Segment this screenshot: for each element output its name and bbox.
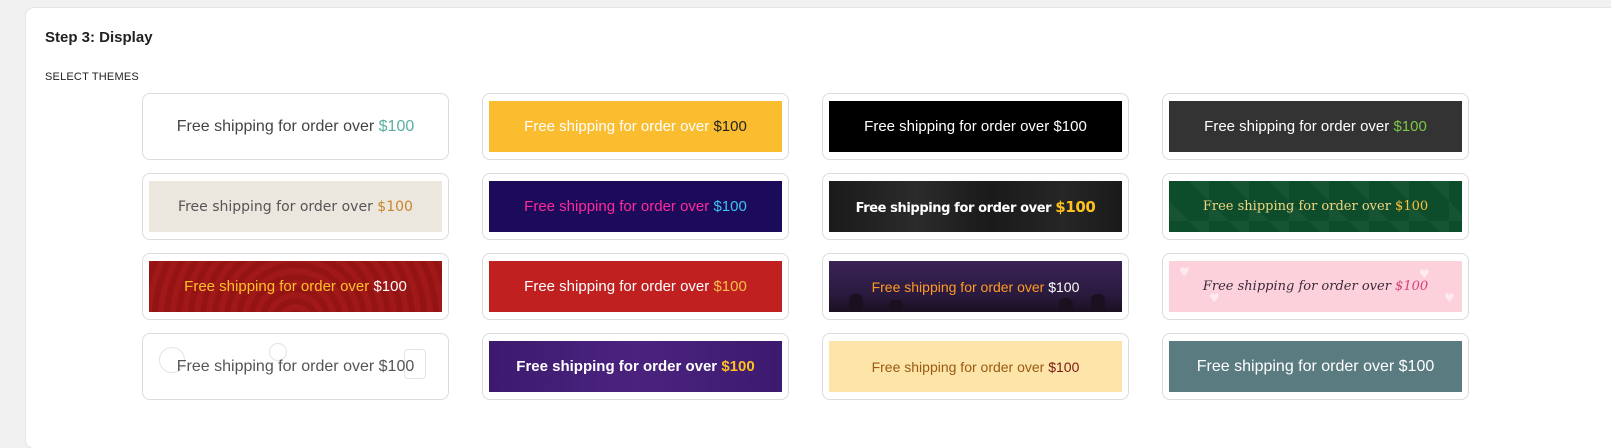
theme-card-4[interactable]: Free shipping for order over $100: [1162, 93, 1469, 160]
theme-preview-banner: ♥ ♥ ♥ ♥ Free shipping for order over $10…: [1169, 261, 1462, 312]
theme-preview-banner: Free shipping for order over $100: [149, 261, 442, 312]
banner-amount: $100: [1398, 357, 1435, 375]
banner-amount: $100: [1053, 118, 1087, 135]
banner-amount: $100: [713, 118, 747, 135]
theme-preview-banner: Free shipping for order over $100: [489, 261, 782, 312]
theme-card-10[interactable]: Free shipping for order over $100: [482, 253, 789, 320]
banner-amount: $100: [373, 278, 407, 295]
banner-text: Free shipping for order over: [1204, 118, 1394, 135]
theme-grid: Free shipping for order over $100 Free s…: [142, 93, 1469, 400]
theme-preview-banner: Free shipping for order over $100: [1169, 341, 1462, 392]
heart-icon: ♥: [1444, 291, 1455, 305]
banner-amount: $100: [713, 198, 747, 215]
theme-card-2[interactable]: Free shipping for order over $100: [482, 93, 789, 160]
select-themes-label: SELECT THEMES: [45, 71, 139, 83]
theme-card-14[interactable]: Free shipping for order over $100: [482, 333, 789, 400]
banner-amount: $100: [1048, 358, 1080, 375]
theme-preview-banner: Free shipping for order over $100: [489, 181, 782, 232]
theme-preview-banner: Free shipping for order over $100: [829, 181, 1122, 232]
banner-text: Free shipping for order over: [516, 358, 722, 375]
theme-preview-banner: Free shipping for order over $100: [829, 261, 1122, 312]
theme-preview-banner: Free shipping for order over $100: [1169, 101, 1462, 152]
theme-preview-banner: Free shipping for order over $100: [829, 341, 1122, 392]
banner-amount: $100: [1395, 199, 1429, 214]
banner-amount: $100: [713, 278, 747, 295]
theme-preview-banner: Free shipping for order over $100: [489, 101, 782, 152]
theme-card-11[interactable]: Free shipping for order over $100: [822, 253, 1129, 320]
banner-amount: $100: [1395, 279, 1429, 294]
theme-preview-banner: Free shipping for order over $100: [489, 341, 782, 392]
theme-card-5[interactable]: Free shipping for order over $100: [142, 173, 449, 240]
theme-card-6[interactable]: Free shipping for order over $100: [482, 173, 789, 240]
banner-text: Free shipping for order over: [176, 357, 379, 375]
theme-preview-banner: Free shipping for order over $100: [1169, 181, 1462, 232]
banner-amount: $100: [1055, 197, 1096, 216]
banner-text: Free shipping for order over: [176, 117, 379, 135]
banner-amount: $100: [1048, 278, 1080, 295]
heart-icon: ♥: [1179, 265, 1190, 279]
banner-amount: $100: [378, 357, 415, 375]
banner-text: Free shipping for order over: [524, 198, 714, 215]
banner-text: Free shipping for order over: [871, 278, 1049, 295]
theme-card-7[interactable]: Free shipping for order over $100: [822, 173, 1129, 240]
theme-preview-banner: Free shipping for order over $100: [149, 181, 442, 232]
banner-text: Free shipping for order over: [178, 198, 378, 215]
theme-card-9[interactable]: Free shipping for order over $100: [142, 253, 449, 320]
theme-card-1[interactable]: Free shipping for order over $100: [142, 93, 449, 160]
theme-card-8[interactable]: Free shipping for order over $100: [1162, 173, 1469, 240]
banner-text: Free shipping for order over: [855, 200, 1056, 216]
theme-card-15[interactable]: Free shipping for order over $100: [822, 333, 1129, 400]
step-title: Step 3: Display: [45, 29, 153, 46]
banner-text: Free shipping for order over: [1196, 357, 1399, 375]
theme-preview-banner: Free shipping for order over $100: [149, 101, 442, 152]
banner-text: Free shipping for order over: [1202, 199, 1396, 214]
banner-amount: $100: [377, 198, 413, 215]
theme-card-3[interactable]: Free shipping for order over $100: [822, 93, 1129, 160]
banner-text: Free shipping for order over: [524, 278, 714, 295]
banner-amount: $100: [1393, 118, 1427, 135]
banner-text: Free shipping for order over: [1202, 279, 1396, 294]
banner-text: Free shipping for order over: [864, 118, 1054, 135]
theme-preview-banner: Free shipping for order over $100: [149, 341, 442, 392]
theme-preview-banner: Free shipping for order over $100: [829, 101, 1122, 152]
banner-text: Free shipping for order over: [184, 278, 374, 295]
theme-card-12[interactable]: ♥ ♥ ♥ ♥ Free shipping for order over $10…: [1162, 253, 1469, 320]
banner-amount: $100: [721, 358, 755, 375]
banner-text: Free shipping for order over: [871, 358, 1049, 375]
banner-text: Free shipping for order over: [524, 118, 714, 135]
banner-amount: $100: [378, 117, 415, 135]
theme-card-13[interactable]: Free shipping for order over $100: [142, 333, 449, 400]
theme-card-16[interactable]: Free shipping for order over $100: [1162, 333, 1469, 400]
